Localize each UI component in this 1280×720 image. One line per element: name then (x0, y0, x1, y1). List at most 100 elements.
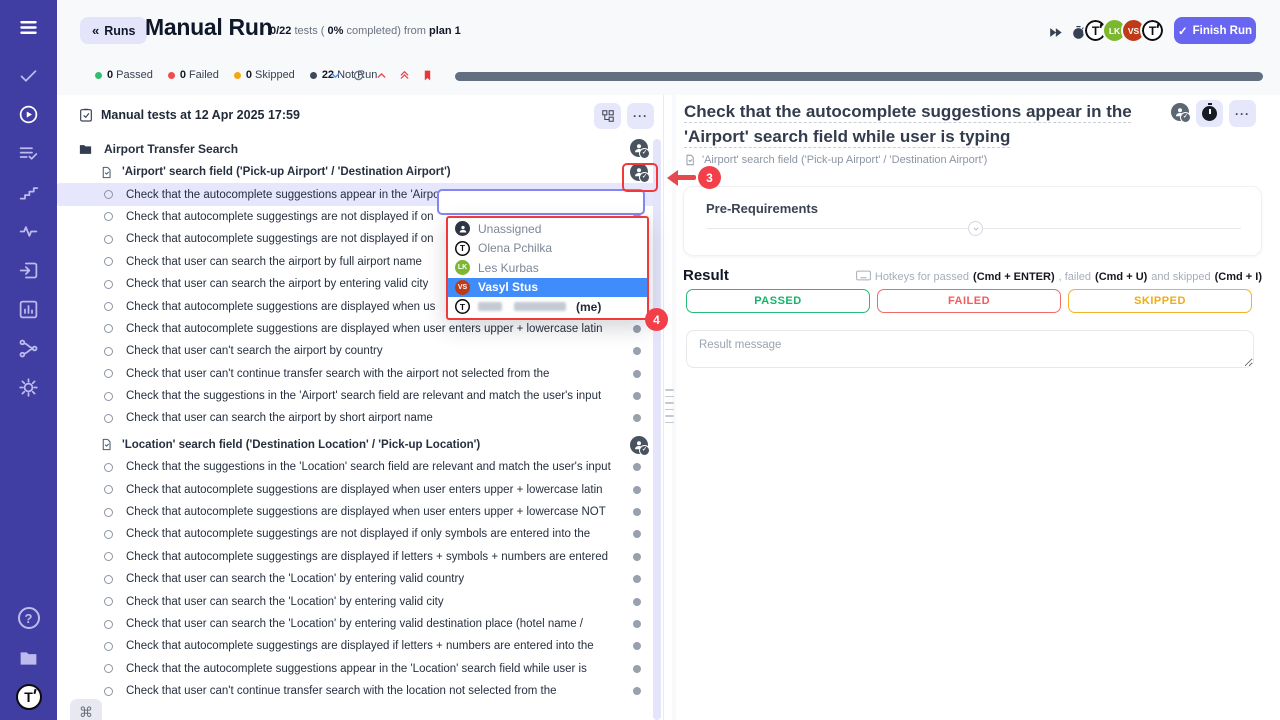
panel-resize-handle[interactable] (665, 389, 674, 423)
test-row[interactable]: Check that autocomplete suggestings are … (57, 635, 655, 657)
help-icon[interactable]: ? (18, 607, 40, 629)
document-icon (684, 154, 696, 166)
test-status-dot-icon (633, 347, 641, 355)
test-row[interactable]: Check that user can search the 'Location… (57, 568, 655, 590)
status-count[interactable]: 0Skipped (234, 69, 295, 81)
assignee-icon[interactable] (1171, 103, 1189, 121)
test-row[interactable]: Check that user can't search the airport… (57, 340, 655, 362)
group-row[interactable]: 'Airport' search field ('Pick-up Airport… (57, 161, 655, 183)
assignee-option[interactable]: T(me) (448, 297, 647, 317)
test-detail-panel: Check that the autocomplete suggestions … (676, 95, 1280, 720)
test-row[interactable]: Check that user can't continue transfer … (57, 680, 655, 702)
status-filter-row: 0Passed0Failed0Skipped22Not Run (57, 60, 1280, 95)
test-status-circle-icon (104, 212, 113, 221)
check-icon: ✓ (1178, 24, 1188, 38)
document-icon (100, 166, 113, 179)
status-dot-icon (234, 72, 241, 79)
test-status-circle-icon (104, 664, 113, 673)
status-count[interactable]: 0Passed (95, 69, 153, 81)
back-to-runs-button[interactable]: « Runs (80, 17, 147, 44)
test-status-circle-icon (104, 369, 113, 378)
assignee-icon[interactable] (630, 436, 648, 454)
test-more-button[interactable]: ··· (1229, 100, 1256, 127)
fast-forward-icon[interactable] (1046, 23, 1064, 41)
app-logo-icon[interactable]: T (16, 684, 42, 710)
test-timer-button[interactable] (1196, 100, 1223, 127)
test-row[interactable]: Check that autocomplete suggestings are … (57, 546, 655, 568)
test-status-circle-icon (104, 552, 113, 561)
test-status-circle-icon (104, 302, 113, 311)
assignee-option[interactable]: VSVasyl Stus (448, 278, 647, 298)
logo-avatar-icon: T (455, 241, 470, 256)
menu-icon[interactable] (16, 14, 42, 40)
test-row[interactable]: Check that user can search the 'Location… (57, 613, 655, 635)
test-row[interactable]: Check that autocomplete suggestings are … (57, 523, 655, 545)
command-shortcut-button[interactable]: ⌘ (70, 699, 102, 720)
test-row[interactable]: Check that autocomplete suggestions are … (57, 501, 655, 523)
steps-icon[interactable] (16, 179, 42, 205)
test-row[interactable]: Check that user can't continue transfer … (57, 363, 655, 385)
status-count[interactable]: 0Failed (168, 69, 219, 81)
folder-icon[interactable] (16, 645, 42, 671)
test-status-dot-icon (633, 687, 641, 695)
chevron-up-icon[interactable] (374, 68, 388, 82)
play-circle-icon[interactable] (16, 101, 42, 127)
group-row[interactable]: 'Location' search field ('Destination Lo… (57, 434, 655, 456)
test-status-circle-icon (104, 530, 113, 539)
collapse-toggle-icon[interactable] (968, 221, 983, 236)
test-row[interactable]: Check that the suggestions in the 'Locat… (57, 456, 655, 478)
test-title[interactable]: Check that the autocomplete suggestions … (684, 99, 1162, 149)
run-progress-text: 0/22 tests ( 0% completed) from plan 1 (270, 25, 461, 37)
list-check-icon[interactable] (16, 140, 42, 166)
pulse-icon[interactable] (16, 218, 42, 244)
gear-icon[interactable] (16, 374, 42, 400)
branch-icon[interactable] (16, 335, 42, 361)
check-icon[interactable] (16, 62, 42, 88)
test-row[interactable]: Check that user can search the 'Location… (57, 590, 655, 612)
avatar[interactable]: T (1140, 18, 1165, 43)
circle-filter-icon[interactable] (351, 68, 365, 82)
test-row[interactable]: Check that user can search the airport b… (57, 407, 655, 429)
suite-row[interactable]: Airport Transfer Search (57, 137, 655, 161)
import-box-icon[interactable] (16, 257, 42, 283)
bookmark-icon[interactable] (420, 68, 434, 82)
test-status-circle-icon (104, 463, 113, 472)
tree-title: Manual tests at 12 Apr 2025 17:59 (101, 108, 300, 122)
tree-more-button[interactable]: ··· (627, 103, 654, 129)
status-filters (328, 68, 434, 82)
test-status-dot-icon (633, 598, 641, 606)
test-row[interactable]: Check that the suggestions in the 'Airpo… (57, 385, 655, 407)
status-dot-icon (95, 72, 102, 79)
bar-chart-icon[interactable] (16, 296, 42, 322)
test-status-dot-icon (633, 463, 641, 471)
test-row[interactable]: Check that autocomplete suggestions are … (57, 478, 655, 500)
finish-run-button[interactable]: ✓ Finish Run (1174, 17, 1256, 44)
test-status-dot-icon (633, 665, 641, 673)
tree-scrollbar[interactable] (653, 139, 661, 720)
passed-button[interactable]: PASSED (686, 289, 870, 313)
prerequirements-card: Pre-Requirements (683, 186, 1262, 256)
assignee-search-input[interactable] (437, 189, 645, 215)
assignee-option[interactable]: Unassigned (448, 219, 647, 239)
assignee-option[interactable]: TOlena Pchilka (448, 239, 647, 259)
assignee-option[interactable]: LKLes Kurbas (448, 258, 647, 278)
runs-button-label: Runs (104, 24, 135, 38)
test-status-dot-icon (633, 325, 641, 333)
chevrons-up-icon[interactable] (397, 68, 411, 82)
test-row[interactable]: Check that autocomplete suggestions are … (57, 318, 655, 340)
test-row[interactable]: Check that the autocomplete suggestions … (57, 658, 655, 680)
test-status-dot-icon (633, 508, 641, 516)
annotation-step-badge: 4 (645, 308, 668, 331)
skipped-button[interactable]: SKIPPED (1068, 289, 1252, 313)
test-status-dot-icon (633, 620, 641, 628)
tree-layout-button[interactable] (594, 103, 621, 129)
run-header: « Runs Manual Run 0/22 tests ( 0% comple… (57, 0, 1280, 60)
result-message-input[interactable] (686, 330, 1254, 368)
chevron-down-icon[interactable] (328, 68, 342, 82)
app-sidebar: ? T (0, 0, 57, 720)
test-status-circle-icon (104, 280, 113, 289)
test-status-dot-icon (633, 642, 641, 650)
status-dot-icon (310, 72, 317, 79)
failed-button[interactable]: FAILED (877, 289, 1061, 313)
assignee-icon[interactable] (630, 139, 648, 157)
